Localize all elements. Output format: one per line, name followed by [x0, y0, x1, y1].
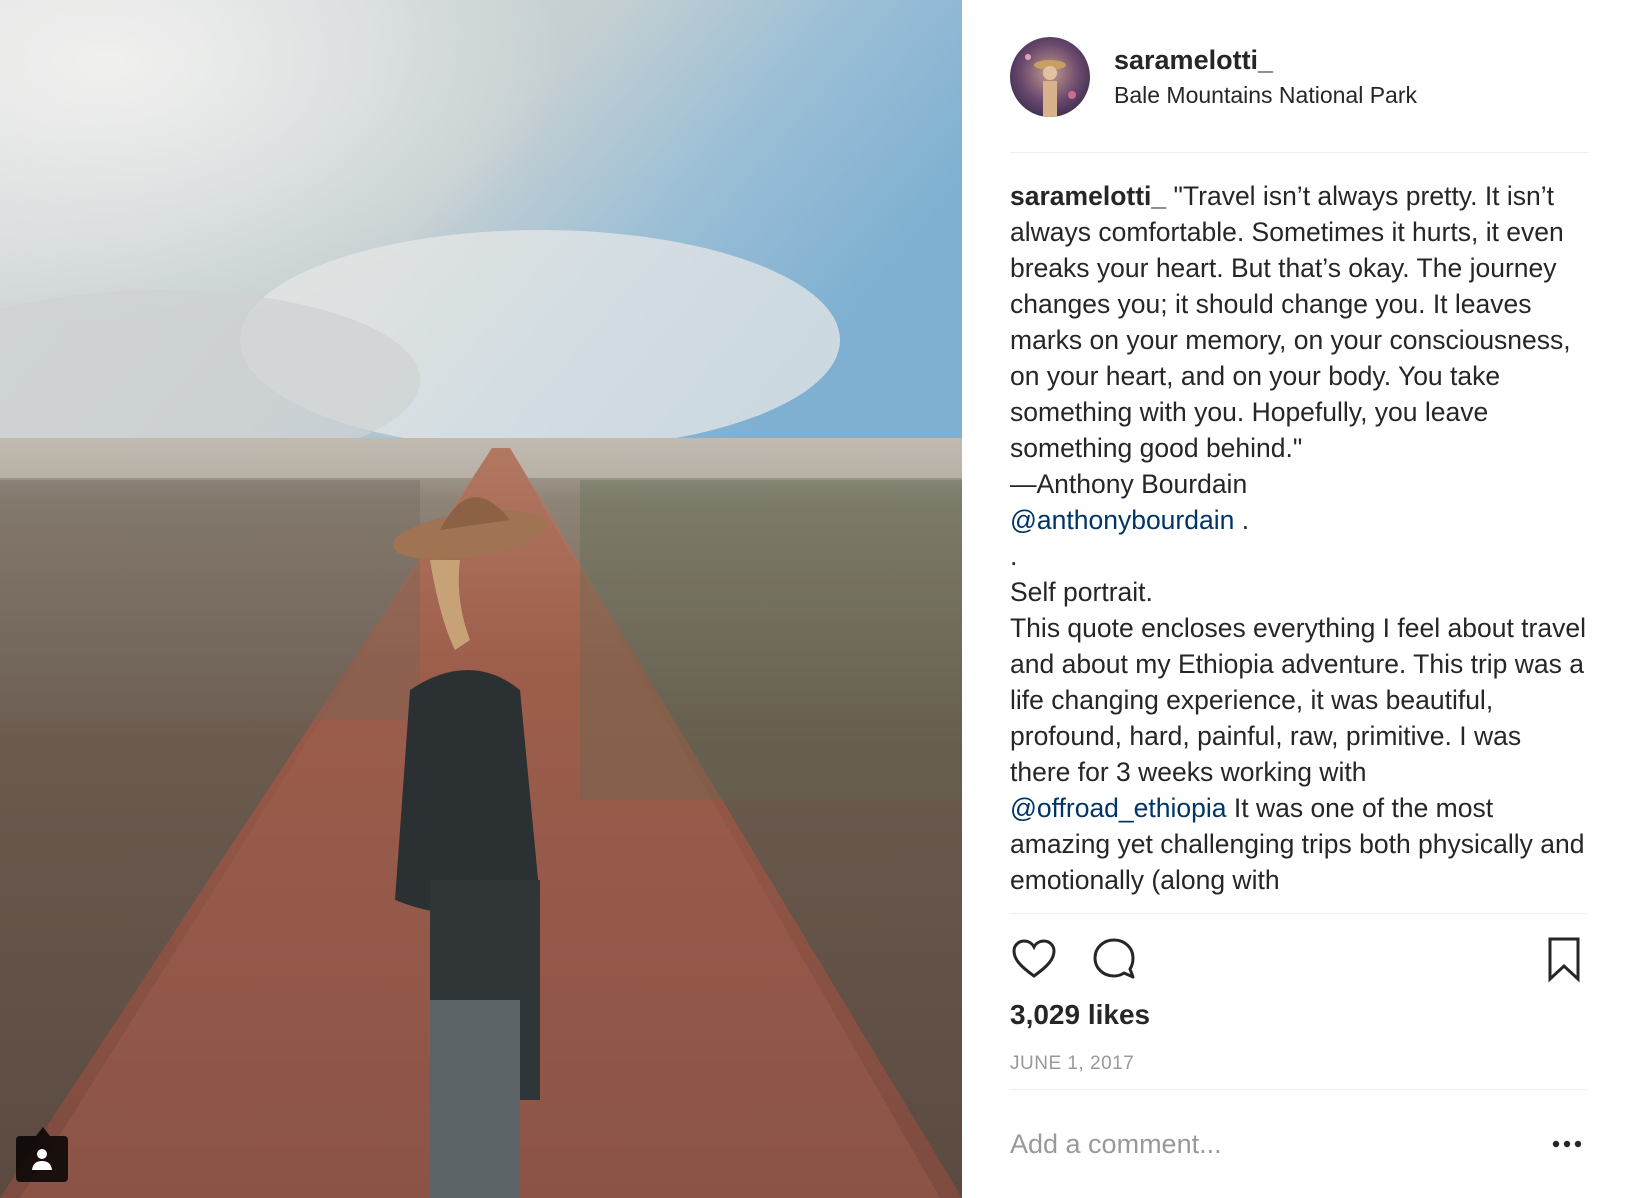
caption-self-portrait: Self portrait.	[1010, 577, 1153, 607]
more-options-icon[interactable]	[1546, 1130, 1588, 1158]
heart-icon[interactable]	[1010, 935, 1058, 983]
comment-icon[interactable]	[1090, 935, 1138, 983]
post-sidebar: saramelotti_ Bale Mountains National Par…	[1010, 0, 1588, 1198]
divider	[1010, 1089, 1588, 1090]
post-image[interactable]	[0, 0, 962, 1198]
caption-body-text: This quote encloses everything I feel ab…	[1010, 613, 1586, 787]
post-header: saramelotti_ Bale Mountains National Par…	[1010, 32, 1588, 122]
caption-dot: .	[1010, 541, 1018, 571]
caption-username-link[interactable]: saramelotti_	[1010, 181, 1166, 211]
post-date[interactable]: JUNE 1, 2017	[1010, 1051, 1134, 1077]
comment-input[interactable]	[1010, 1122, 1510, 1166]
mention-suffix: .	[1234, 505, 1250, 535]
caption-author: —Anthony Bourdain	[1010, 469, 1248, 499]
divider	[1010, 913, 1588, 914]
bookmark-icon[interactable]	[1540, 935, 1588, 983]
caption-quote: "Travel isn’t always pretty. It isn’t al…	[1010, 181, 1571, 463]
divider	[1010, 152, 1588, 153]
mention-anthonybourdain-link[interactable]: @anthonybourdain	[1010, 505, 1234, 535]
likes-count[interactable]: 3,029 likes	[1010, 997, 1150, 1033]
avatar[interactable]	[1010, 37, 1090, 117]
action-bar	[1010, 935, 1588, 983]
username-link[interactable]: saramelotti_	[1114, 43, 1417, 77]
caption-quote-paragraph: saramelotti_ "Travel isn’t always pretty…	[1010, 178, 1588, 466]
caption-mention-line: @anthonybourdain .	[1010, 502, 1588, 538]
user-tag-icon[interactable]	[16, 1127, 68, 1182]
caption-body: This quote encloses everything I feel ab…	[1010, 610, 1588, 898]
post-photo	[0, 0, 962, 1198]
location-link[interactable]: Bale Mountains National Park	[1114, 79, 1417, 111]
mention-offroad-ethiopia-link[interactable]: @offroad_ethiopia	[1010, 793, 1227, 823]
caption: saramelotti_ "Travel isn’t always pretty…	[1010, 178, 1588, 913]
